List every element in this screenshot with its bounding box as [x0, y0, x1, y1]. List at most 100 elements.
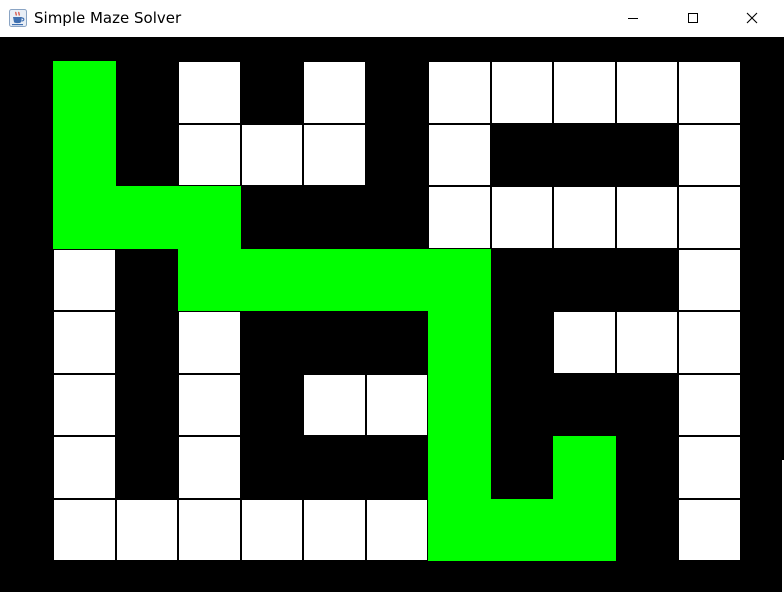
- wall-cell: [241, 311, 303, 374]
- wall-cell: [491, 311, 553, 374]
- wall-cell: [241, 61, 303, 124]
- wall-cell: [366, 61, 428, 124]
- path-cell: [491, 499, 553, 561]
- open-cell: [428, 186, 491, 249]
- open-cell: [678, 436, 741, 499]
- wall-cell: [116, 311, 178, 374]
- path-cell: [53, 186, 116, 249]
- wall-cell: [303, 186, 366, 249]
- maze-canvas: [0, 37, 784, 592]
- wall-cell: [241, 436, 303, 499]
- wall-cell: [116, 374, 178, 436]
- open-cell: [241, 499, 303, 561]
- maximize-button[interactable]: [670, 0, 716, 37]
- open-cell: [178, 499, 241, 561]
- java-coffee-cup-icon: [9, 9, 27, 27]
- open-cell: [53, 499, 116, 561]
- maze-grid: [53, 61, 741, 561]
- wall-cell: [553, 124, 616, 186]
- open-cell: [53, 374, 116, 436]
- path-cell: [366, 249, 428, 311]
- open-cell: [53, 436, 116, 499]
- path-cell: [303, 249, 366, 311]
- wall-cell: [303, 436, 366, 499]
- open-cell: [178, 374, 241, 436]
- path-cell: [428, 311, 491, 374]
- open-cell: [303, 61, 366, 124]
- open-cell: [366, 499, 428, 561]
- open-cell: [678, 249, 741, 311]
- wall-cell: [616, 436, 678, 499]
- path-cell: [178, 186, 241, 249]
- open-cell: [428, 124, 491, 186]
- wall-cell: [491, 374, 553, 436]
- open-cell: [678, 499, 741, 561]
- open-cell: [53, 249, 116, 311]
- minimize-icon: [627, 9, 639, 28]
- path-cell: [178, 249, 241, 311]
- maximize-icon: [687, 9, 699, 28]
- wall-cell: [616, 249, 678, 311]
- path-cell: [553, 499, 616, 561]
- open-cell: [678, 311, 741, 374]
- open-cell: [428, 61, 491, 124]
- wall-cell: [553, 249, 616, 311]
- open-cell: [491, 186, 553, 249]
- wall-cell: [366, 124, 428, 186]
- wall-cell: [241, 186, 303, 249]
- wall-cell: [616, 124, 678, 186]
- wall-cell: [116, 124, 178, 186]
- path-cell: [428, 249, 491, 311]
- open-cell: [678, 124, 741, 186]
- open-cell: [616, 186, 678, 249]
- path-cell: [553, 436, 616, 499]
- wall-cell: [553, 374, 616, 436]
- open-cell: [178, 311, 241, 374]
- path-cell: [428, 499, 491, 561]
- title-bar[interactable]: Simple Maze Solver: [0, 0, 784, 37]
- wall-cell: [116, 61, 178, 124]
- close-icon: [746, 9, 758, 28]
- wall-cell: [366, 186, 428, 249]
- minimize-button[interactable]: [610, 0, 656, 37]
- path-cell: [116, 186, 178, 249]
- open-cell: [303, 499, 366, 561]
- open-cell: [303, 124, 366, 186]
- path-cell: [428, 436, 491, 499]
- wall-cell: [491, 124, 553, 186]
- open-cell: [366, 374, 428, 436]
- app-window: Simple Maze Solver: [0, 0, 784, 592]
- wall-cell: [491, 436, 553, 499]
- wall-cell: [616, 499, 678, 561]
- open-cell: [678, 61, 741, 124]
- path-cell: [428, 374, 491, 436]
- open-cell: [303, 374, 366, 436]
- open-cell: [53, 311, 116, 374]
- open-cell: [678, 374, 741, 436]
- open-cell: [553, 186, 616, 249]
- open-cell: [178, 61, 241, 124]
- open-cell: [678, 186, 741, 249]
- open-cell: [116, 499, 178, 561]
- path-cell: [53, 61, 116, 124]
- path-cell: [241, 249, 303, 311]
- wall-cell: [616, 374, 678, 436]
- open-cell: [491, 61, 553, 124]
- open-cell: [178, 124, 241, 186]
- wall-cell: [303, 311, 366, 374]
- wall-cell: [116, 436, 178, 499]
- open-cell: [553, 311, 616, 374]
- open-cell: [241, 124, 303, 186]
- path-cell: [53, 124, 116, 186]
- open-cell: [616, 311, 678, 374]
- wall-cell: [241, 374, 303, 436]
- wall-cell: [491, 249, 553, 311]
- wall-cell: [366, 436, 428, 499]
- wall-cell: [366, 311, 428, 374]
- close-button[interactable]: [729, 0, 775, 37]
- wall-cell: [116, 249, 178, 311]
- open-cell: [553, 61, 616, 124]
- open-cell: [616, 61, 678, 124]
- open-cell: [178, 436, 241, 499]
- window-title: Simple Maze Solver: [34, 9, 182, 27]
